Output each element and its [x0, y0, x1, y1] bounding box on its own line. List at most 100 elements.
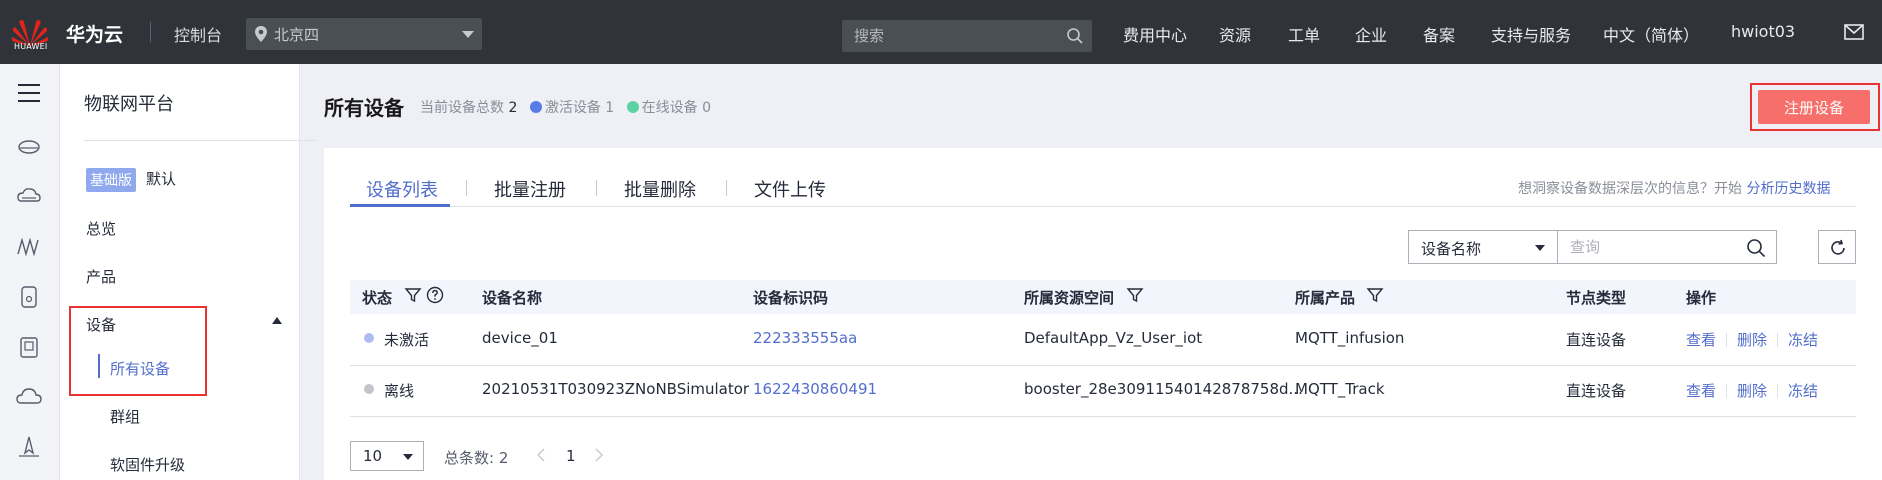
table-row-node-type: 直连设备	[1566, 331, 1627, 349]
refresh-icon	[1831, 239, 1845, 255]
table-row-resource-space: DefaultApp_Vz_User_iot	[1024, 329, 1203, 347]
active-dot	[529, 101, 542, 113]
page-title: 所有设备	[324, 96, 404, 120]
nav-tickets[interactable]: 工单	[1288, 22, 1320, 46]
divider	[726, 180, 727, 196]
divider	[596, 180, 597, 196]
freeze-link[interactable]: 冻结	[1788, 329, 1818, 350]
column-header-status: 状态	[362, 289, 393, 307]
delete-link[interactable]: 删除	[1737, 329, 1767, 350]
nav-username[interactable]: hwiot03	[1731, 22, 1795, 41]
chevron-right-icon[interactable]	[594, 448, 604, 462]
nav-resources[interactable]: 资源	[1219, 22, 1251, 46]
edition-badge[interactable]: 基础版	[86, 168, 136, 192]
table-row-product: MQTT_Track	[1295, 380, 1385, 398]
filter-field-select[interactable]: 设备名称	[1408, 230, 1558, 264]
cloud-icon[interactable]	[16, 384, 42, 410]
brand-name[interactable]: 华为云	[66, 20, 123, 47]
search-icon[interactable]	[1066, 27, 1084, 45]
row-divider	[350, 416, 1856, 417]
device-icon[interactable]	[16, 284, 42, 310]
tab-file-upload[interactable]: 文件上传	[754, 176, 826, 202]
active-value: 1	[605, 100, 615, 116]
table-row-product: MQTT_infusion	[1295, 329, 1405, 347]
column-header-product: 所属产品	[1295, 289, 1356, 307]
sidebar-title: 物联网平台	[84, 94, 174, 115]
highlight-box	[69, 306, 207, 396]
analytics-hint: 想洞察设备数据深层次的信息？开始 分析历史数据	[1518, 178, 1830, 198]
search-input[interactable]	[842, 20, 1052, 52]
cloud-server-icon[interactable]	[16, 184, 42, 210]
sidebar-item-products[interactable]: 产品	[86, 266, 116, 287]
nav-enterprise[interactable]: 企业	[1355, 22, 1387, 46]
device-stats: 当前设备总数 2 激活设备 1 在线设备 0	[420, 97, 711, 117]
online-label: 在线设备	[641, 100, 698, 116]
column-header-device-name: 设备名称	[482, 289, 543, 307]
nav-language[interactable]: 中文（简体）	[1603, 22, 1699, 46]
current-page[interactable]: 1	[566, 447, 576, 465]
view-link[interactable]: 查看	[1686, 329, 1716, 350]
row-divider	[350, 365, 1856, 366]
tab-batch-delete[interactable]: 批量删除	[624, 176, 696, 202]
table-row-status: 未激活	[384, 331, 430, 349]
chevron-up-icon[interactable]	[272, 317, 282, 324]
divider	[466, 180, 467, 196]
sidebar-item-overview[interactable]: 总览	[86, 218, 116, 239]
column-header-device-id: 设备标识码	[753, 289, 829, 307]
tablet-icon[interactable]	[16, 334, 42, 360]
divider	[1726, 333, 1727, 347]
delete-link[interactable]: 删除	[1737, 380, 1767, 401]
analyze-history-link[interactable]: 分析历史数据	[1746, 181, 1830, 197]
page-size-value: 10	[363, 447, 383, 465]
service-rail	[0, 64, 60, 480]
freeze-link[interactable]: 冻结	[1788, 380, 1818, 401]
page-size-select[interactable]: 10	[350, 441, 424, 471]
column-header-node-type: 节点类型	[1566, 289, 1627, 307]
query-field	[1557, 230, 1777, 264]
filter-icon[interactable]	[1366, 286, 1384, 304]
filter-field-label: 设备名称	[1421, 240, 1482, 258]
global-search	[842, 20, 1092, 52]
sidebar-item-firmware-upgrade[interactable]: 软固件升级	[110, 454, 185, 475]
sidebar-item-groups[interactable]: 群组	[110, 406, 140, 427]
search-icon[interactable]	[1746, 238, 1766, 258]
nav-icp[interactable]: 备案	[1423, 22, 1455, 46]
column-header-actions: 操作	[1686, 289, 1717, 307]
view-link[interactable]: 查看	[1686, 380, 1716, 401]
filter-icon[interactable]	[1126, 286, 1144, 304]
region-label: 北京四	[274, 26, 320, 44]
filter-icon[interactable]	[404, 286, 422, 304]
logo-text: HUAWEI	[14, 42, 48, 51]
location-pin-icon	[255, 26, 267, 42]
online-dot	[626, 101, 639, 113]
tab-batch-register[interactable]: 批量注册	[494, 176, 566, 202]
chevron-down-icon	[462, 31, 474, 38]
table-row-device-name: 20210531T030923ZNoNBSimulator	[482, 380, 750, 398]
region-selector[interactable]: 北京四	[246, 18, 482, 50]
mail-icon[interactable]	[1844, 24, 1864, 40]
hint-text: 想洞察设备数据深层次的信息？开始	[1518, 181, 1742, 197]
top-navigation-bar: HUAWEI 华为云 控制台 北京四 费用中心 资源 工单 企业 备案 支持与服…	[0, 0, 1882, 64]
chevron-down-icon	[403, 454, 413, 460]
chevron-left-icon[interactable]	[536, 448, 546, 462]
network-icon[interactable]	[16, 234, 42, 260]
table-row-node-type: 直连设备	[1566, 382, 1627, 400]
refresh-button[interactable]	[1818, 230, 1856, 264]
database-icon[interactable]	[16, 134, 42, 160]
nav-billing[interactable]: 费用中心	[1123, 22, 1187, 46]
menu-icon[interactable]	[16, 80, 42, 106]
tab-device-list[interactable]: 设备列表	[366, 176, 438, 202]
online-value: 0	[702, 100, 712, 116]
edition-default-label[interactable]: 默认	[146, 168, 176, 189]
console-link[interactable]: 控制台	[174, 22, 222, 46]
divider	[1777, 333, 1778, 347]
chevron-down-icon	[1535, 245, 1545, 251]
highlight-box	[1750, 83, 1880, 131]
nav-support[interactable]: 支持与服务	[1491, 22, 1571, 46]
query-input[interactable]	[1558, 231, 1738, 263]
product-sidebar: 物联网平台 基础版 默认 总览 产品 设备 所有设备 群组 软固件升级	[60, 64, 316, 480]
help-icon[interactable]	[426, 286, 444, 304]
table-row-device-id-link[interactable]: 222333555aa	[753, 329, 857, 347]
table-row-device-id-link[interactable]: 1622430860491	[753, 380, 877, 398]
compass-icon[interactable]	[16, 434, 42, 460]
